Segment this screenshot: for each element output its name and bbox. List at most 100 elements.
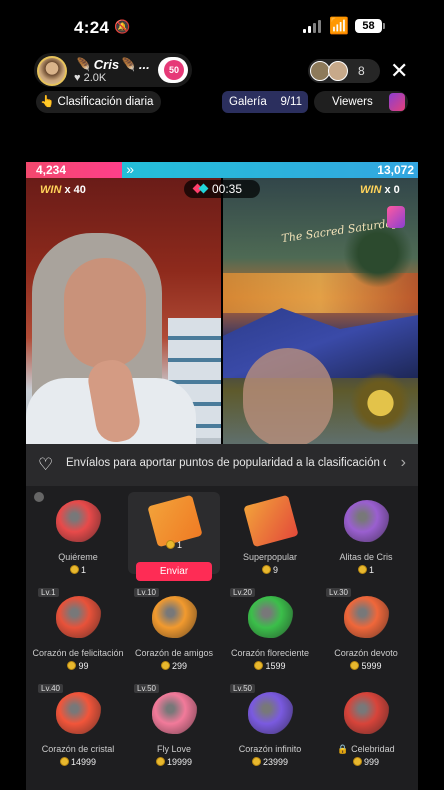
signal-icon <box>303 20 321 33</box>
gift-item[interactable]: Lv.40 Corazón de cristal 14999 <box>32 684 124 776</box>
gift-name: Corazón de felicitación <box>32 648 124 658</box>
gift-level-badge: Lv.20 <box>230 588 255 597</box>
coin-icon <box>59 757 69 766</box>
host-avatar[interactable] <box>37 56 67 86</box>
gift-price-value: 999 <box>363 757 380 767</box>
gift-panel: ♡ Envíalos para aportar puntos de popula… <box>26 444 418 790</box>
gift-item[interactable]: Lv.30 Corazón devoto 5999 <box>320 588 412 680</box>
status-time: 4:24 <box>74 18 110 37</box>
gift-price: 5999 <box>320 661 412 671</box>
right-score: 13,072 <box>377 163 414 177</box>
status-bar: 4:24 🔕 📶 58 <box>0 0 444 52</box>
gift-name: Corazón devoto <box>334 648 398 658</box>
gift-price: 1 <box>320 565 412 575</box>
heart-face-icon <box>56 500 102 542</box>
coin-icon <box>352 757 362 766</box>
devoted-heart-icon <box>344 596 390 638</box>
gift-price: 999 <box>320 757 412 767</box>
gift-item[interactable]: Lv.1 Corazón de felicitación 99 <box>32 588 124 680</box>
host-likes: ♥ 2.0K <box>74 72 107 84</box>
gift-price: 9 <box>224 565 316 575</box>
battle-timer: 00:35 <box>184 180 260 198</box>
gift-level-badge: Lv.50 <box>134 684 159 693</box>
gift-price-value: 19999 <box>166 757 193 767</box>
gift-price: 19999 <box>128 757 220 767</box>
gift-item[interactable]: 🔒 Celebridad 999 <box>320 684 412 776</box>
gift-level-badge: Lv.10 <box>134 588 159 597</box>
viewer-avatar <box>328 61 348 81</box>
fly-love-icon <box>152 692 198 734</box>
gift-price-value: 5999 <box>361 661 382 671</box>
gift-name: Fly Love <box>156 744 191 754</box>
gift-price: 1599 <box>224 661 316 671</box>
coin-icon <box>69 565 79 574</box>
level-badge: 50 <box>164 60 184 80</box>
gift-price: 14999 <box>32 757 124 767</box>
gift-price: 23999 <box>224 757 316 767</box>
gift-price: 99 <box>32 661 124 671</box>
follow-badge[interactable]: 50 <box>158 57 188 83</box>
super-popular-icon <box>243 494 299 548</box>
gift-price-value: 99 <box>78 661 89 671</box>
gift-name: Alitas de Cris <box>339 552 393 562</box>
gift-level-badge: Lv.50 <box>230 684 255 693</box>
infinite-heart-icon <box>248 692 294 734</box>
gallery-button[interactable]: Galería 9/11 <box>222 91 308 113</box>
gift-item[interactable]: Lv.10 Corazón de amigos 299 <box>128 588 220 680</box>
gift-level-badge: Lv.30 <box>326 588 351 597</box>
coin-icon <box>254 661 264 670</box>
gift-name: Corazón de amigos <box>134 648 214 658</box>
gift-name: Corazón infinito <box>238 744 302 754</box>
left-score: 4,234 <box>36 163 67 177</box>
host-name: 🪶 Cris🪶 ... <box>74 57 150 72</box>
battery-indicator: 58 <box>355 19 385 33</box>
gift-item[interactable]: Lv.50 Corazón infinito 23999 <box>224 684 316 776</box>
coin-icon <box>165 540 175 549</box>
viewers-button[interactable]: Viewers <box>314 91 408 113</box>
live-battle: 4,234 13,072 The Sacred Saturday WIN x 4… <box>26 161 418 444</box>
viewer-avatars[interactable]: 8 <box>308 59 380 83</box>
daily-ranking-button[interactable]: 👆 Clasificación diaria <box>36 91 162 113</box>
gift-name: Quiéreme <box>58 552 98 562</box>
gift-box-icon <box>389 93 405 111</box>
heart-outline-icon: ♡ <box>38 455 54 474</box>
left-win-streak: WIN x 40 <box>40 184 86 196</box>
gift-price: 299 <box>128 661 220 671</box>
gift-item[interactable]: Quiéreme 1 <box>32 492 124 584</box>
wifi-icon: 📶 <box>329 18 349 35</box>
treasure-box-icon[interactable] <box>387 206 405 228</box>
friends-heart-icon <box>152 596 198 638</box>
close-icon[interactable]: ✕ <box>390 58 408 84</box>
gift-price-value: 1 <box>368 565 374 575</box>
gift-name: Corazón de cristal <box>41 744 115 754</box>
viewers-label: Viewers <box>332 96 373 108</box>
send-button[interactable]: Enviar <box>136 562 212 581</box>
host-profile[interactable]: 🪶 Cris🪶 ... ♥ 2.0K 50 <box>34 53 192 87</box>
crystal-heart-icon <box>56 692 102 734</box>
gift-item[interactable]: Superpopular 9 <box>224 492 316 584</box>
gallery-label: Galería <box>229 96 267 108</box>
gift-item[interactable]: Lv.50 Fly Love 19999 <box>128 684 220 776</box>
gift-item[interactable]: Lv.20 Corazón floreciente 1599 <box>224 588 316 680</box>
congrats-heart-icon <box>56 596 102 638</box>
gift-name: Superpopular <box>242 552 298 562</box>
coin-icon <box>67 661 77 670</box>
gift-price-value: 1 <box>176 540 182 550</box>
left-host-video[interactable] <box>26 178 221 444</box>
popularity-info-bar[interactable]: ♡ Envíalos para aportar puntos de popula… <box>26 444 418 486</box>
gift-price-value: 23999 <box>262 757 289 767</box>
winged-heart-icon <box>344 500 390 542</box>
gift-price-value: 9 <box>272 565 278 575</box>
coin-icon <box>261 565 271 574</box>
gift-item[interactable]: Alitas de Cris 1 <box>320 492 412 584</box>
gift-price: 1 <box>128 540 220 550</box>
bell-muted-icon: 🔕 <box>114 19 131 34</box>
gift-level-badge: Lv.1 <box>38 588 59 597</box>
right-win-streak: WIN x 0 <box>360 184 400 196</box>
coin-icon <box>251 757 261 766</box>
coin-icon <box>350 661 360 670</box>
chevron-right-icon[interactable]: › <box>401 454 406 472</box>
gift-price-value: 1 <box>80 565 86 575</box>
gift-name: 🔒 Celebridad <box>337 744 395 754</box>
coin-icon <box>160 661 170 670</box>
